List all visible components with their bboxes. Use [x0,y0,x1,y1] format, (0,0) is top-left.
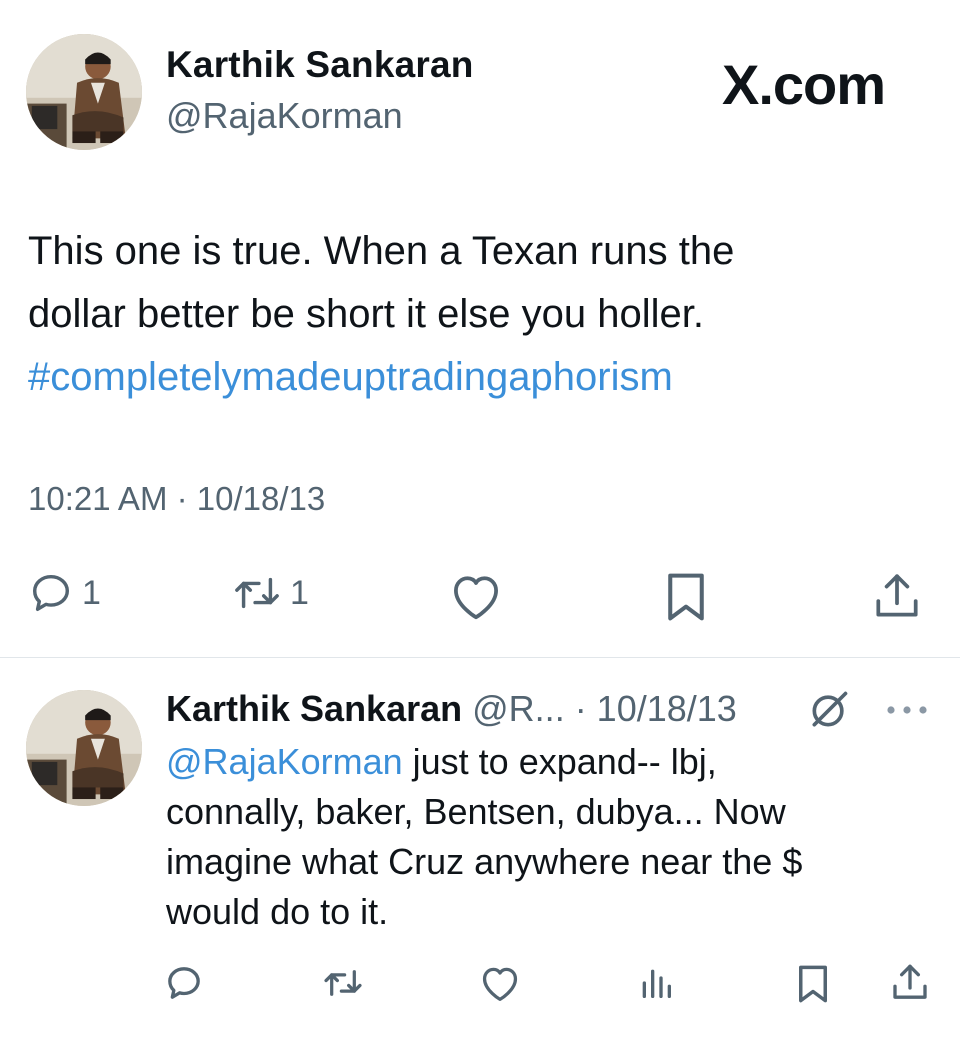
reply-text: @RajaKorman just to expand-- lbj, connal… [166,737,926,937]
reply-repost-button[interactable] [322,963,364,1003]
tweet-text: This one is true. When a Texan runs the … [28,220,928,409]
repost-count: 1 [290,573,309,612]
tweet-text-line: This one is true. When a Texan runs the [28,229,735,273]
reply-bookmark-button[interactable] [794,963,832,1005]
reply-author-name[interactable]: Karthik Sankaran [166,688,462,729]
share-icon [893,964,927,999]
bookmark-button[interactable] [662,570,710,624]
more-icon [887,706,927,714]
reply-share-button[interactable] [890,961,930,1005]
repost-icon [235,577,279,609]
bookmark-icon [668,573,704,621]
grok-button[interactable] [806,688,852,737]
reply-text-line: would do to it. [166,891,389,932]
reply-author-avatar[interactable] [26,690,142,806]
reply-text-line: connally, baker, Bentsen, dubya... Now [166,791,786,832]
views-button[interactable] [636,963,676,1003]
reply-reply-button[interactable] [164,963,204,1003]
reply-like-button[interactable] [478,963,522,1003]
brand-logo: X.com [722,53,886,116]
reply-text-line: @RajaKorman just to expand-- lbj, [166,737,926,787]
like-button[interactable] [446,570,506,622]
repost-icon [324,970,362,996]
author-name[interactable]: Karthik Sankaran [166,44,474,86]
grok-icon [812,691,848,727]
heart-icon [454,576,498,620]
more-button[interactable] [884,703,930,722]
reply-meta[interactable]: @R... · 10/18/13 [472,688,737,729]
mention-link[interactable]: @RajaKorman [166,741,403,782]
author-avatar[interactable] [26,34,142,150]
tweet-timestamp[interactable]: 10:21 AM · 10/18/13 [28,480,325,518]
reply-header: Karthik Sankaran @R... · 10/18/13 [166,688,737,730]
repost-button[interactable]: 1 [232,570,309,616]
reply-icon [32,574,70,612]
share-icon [876,574,918,617]
reply-text-segment: just to expand-- lbj, [402,741,717,782]
reply-button[interactable]: 1 [28,570,101,616]
author-handle[interactable]: @RajaKorman [166,95,403,137]
bookmark-icon [799,965,827,1003]
share-button[interactable] [872,570,922,624]
views-icon [642,969,671,998]
reply-count: 1 [82,573,101,612]
reply-icon [168,967,200,999]
tweet-text-line: dollar better be short it else you holle… [28,292,704,336]
reply-text-line: imagine what Cruz anywhere near the $ [166,841,803,882]
hashtag-link[interactable]: #completelymadeuptradingaphorism [28,346,928,409]
heart-icon [482,967,518,1001]
divider [0,657,960,658]
